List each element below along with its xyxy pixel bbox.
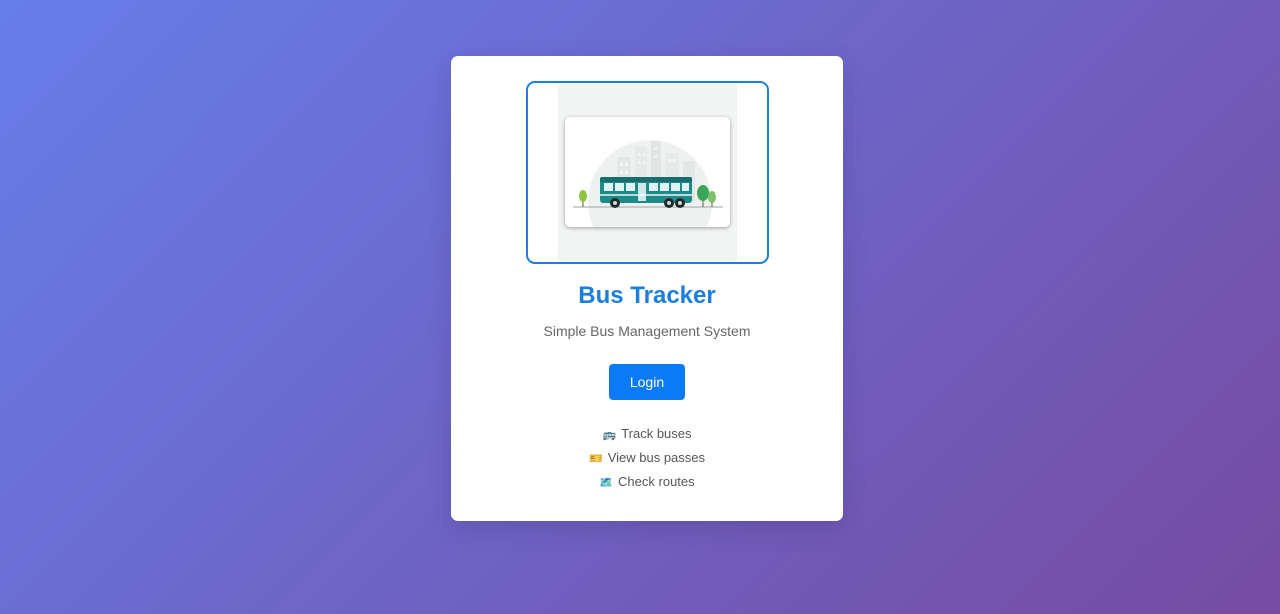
- app-title: Bus Tracker: [578, 282, 716, 309]
- bus-icon: 🚌: [602, 429, 617, 441]
- feature-label: Check routes: [618, 474, 695, 489]
- feature-item-routes: 🗺️ Check routes: [451, 470, 843, 494]
- bus-illustration: [565, 117, 730, 227]
- feature-label: View bus passes: [607, 450, 706, 465]
- feature-list: 🚌 Track buses 🎫 View bus passes 🗺️ Check ro…: [451, 422, 843, 494]
- app-subtitle: Simple Bus Management System: [543, 323, 751, 339]
- hero-image-frame: [526, 81, 769, 264]
- login-button[interactable]: Login: [609, 364, 685, 400]
- feature-label: Track buses: [621, 426, 692, 441]
- map-icon: 🗺️: [599, 477, 614, 489]
- welcome-card: Bus Tracker Simple Bus Management System…: [451, 56, 843, 521]
- feature-item-track-buses: 🚌 Track buses: [451, 422, 843, 446]
- feature-item-bus-passes: 🎫 View bus passes: [451, 446, 843, 470]
- ticket-icon: 🎫: [588, 453, 603, 465]
